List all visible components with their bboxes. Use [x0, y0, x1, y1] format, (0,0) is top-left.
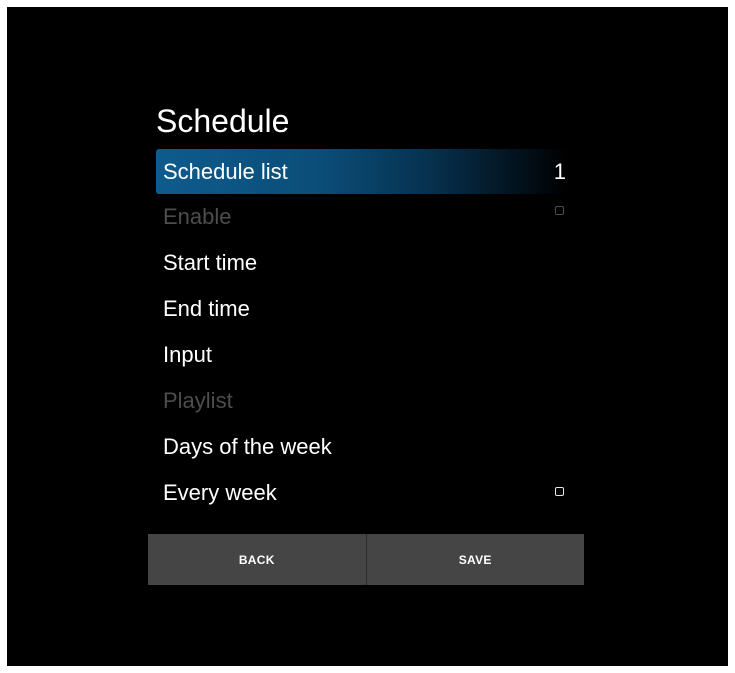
menu-item-label: Playlist — [163, 388, 233, 413]
menu-item-days-of-week[interactable]: Days of the week — [156, 424, 568, 470]
menu-item-label: Days of the week — [163, 434, 332, 459]
menu-item-start-time[interactable]: Start time — [156, 240, 568, 286]
menu-item-schedule-list[interactable]: Schedule list 1 — [156, 149, 568, 194]
menu-item-input[interactable]: Input — [156, 332, 568, 378]
menu-item-label: Every week — [163, 480, 277, 505]
save-button[interactable]: SAVE — [365, 534, 584, 585]
menu-item-label: End time — [163, 296, 250, 321]
menu-item-label: Start time — [163, 250, 258, 275]
menu-item-enable[interactable]: Enable — [156, 194, 568, 240]
menu-item-end-time[interactable]: End time — [156, 286, 568, 332]
settings-menu: Schedule list 1 Enable Start time End ti… — [156, 149, 568, 516]
enable-checkbox[interactable] — [555, 206, 564, 215]
menu-item-label: Enable — [163, 204, 232, 229]
back-button[interactable]: BACK — [148, 534, 366, 585]
tv-screen: Schedule Schedule list 1 Enable Start ti… — [7, 7, 728, 666]
menu-item-label: Input — [163, 342, 212, 367]
schedule-list-value: 1 — [553, 159, 566, 184]
menu-item-every-week[interactable]: Every week — [156, 470, 568, 516]
every-week-checkbox[interactable] — [555, 487, 564, 496]
action-bar: BACK SAVE — [148, 534, 584, 585]
page-title: Schedule — [156, 103, 290, 139]
menu-item-playlist[interactable]: Playlist — [156, 378, 568, 424]
menu-item-label: Schedule list — [163, 159, 288, 184]
